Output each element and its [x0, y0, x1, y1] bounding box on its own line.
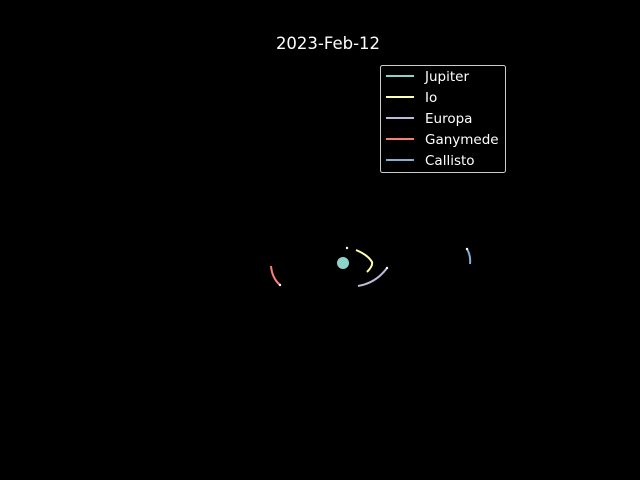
europa-track [357, 267, 388, 287]
io-marker [345, 246, 349, 250]
legend-label-io: Io [425, 90, 437, 106]
io-track [355, 249, 374, 273]
orbit-plot: 2023-Feb-12 Jupiter Io Europa Ganymede C… [270, 34, 506, 287]
ganymede-track [270, 265, 281, 286]
plot-title: 2023-Feb-12 [276, 34, 380, 53]
legend-label-callisto: Callisto [425, 153, 475, 169]
jupiter-marker [337, 257, 349, 269]
callisto-track [466, 248, 472, 265]
legend-label-ganymede: Ganymede [425, 132, 499, 148]
europa-marker [385, 266, 389, 270]
legend-label-europa: Europa [425, 111, 472, 127]
callisto-marker [465, 247, 469, 251]
legend: Jupiter Io Europa Ganymede Callisto [380, 65, 506, 173]
ganymede-marker [278, 283, 282, 287]
legend-label-jupiter: Jupiter [424, 69, 469, 85]
